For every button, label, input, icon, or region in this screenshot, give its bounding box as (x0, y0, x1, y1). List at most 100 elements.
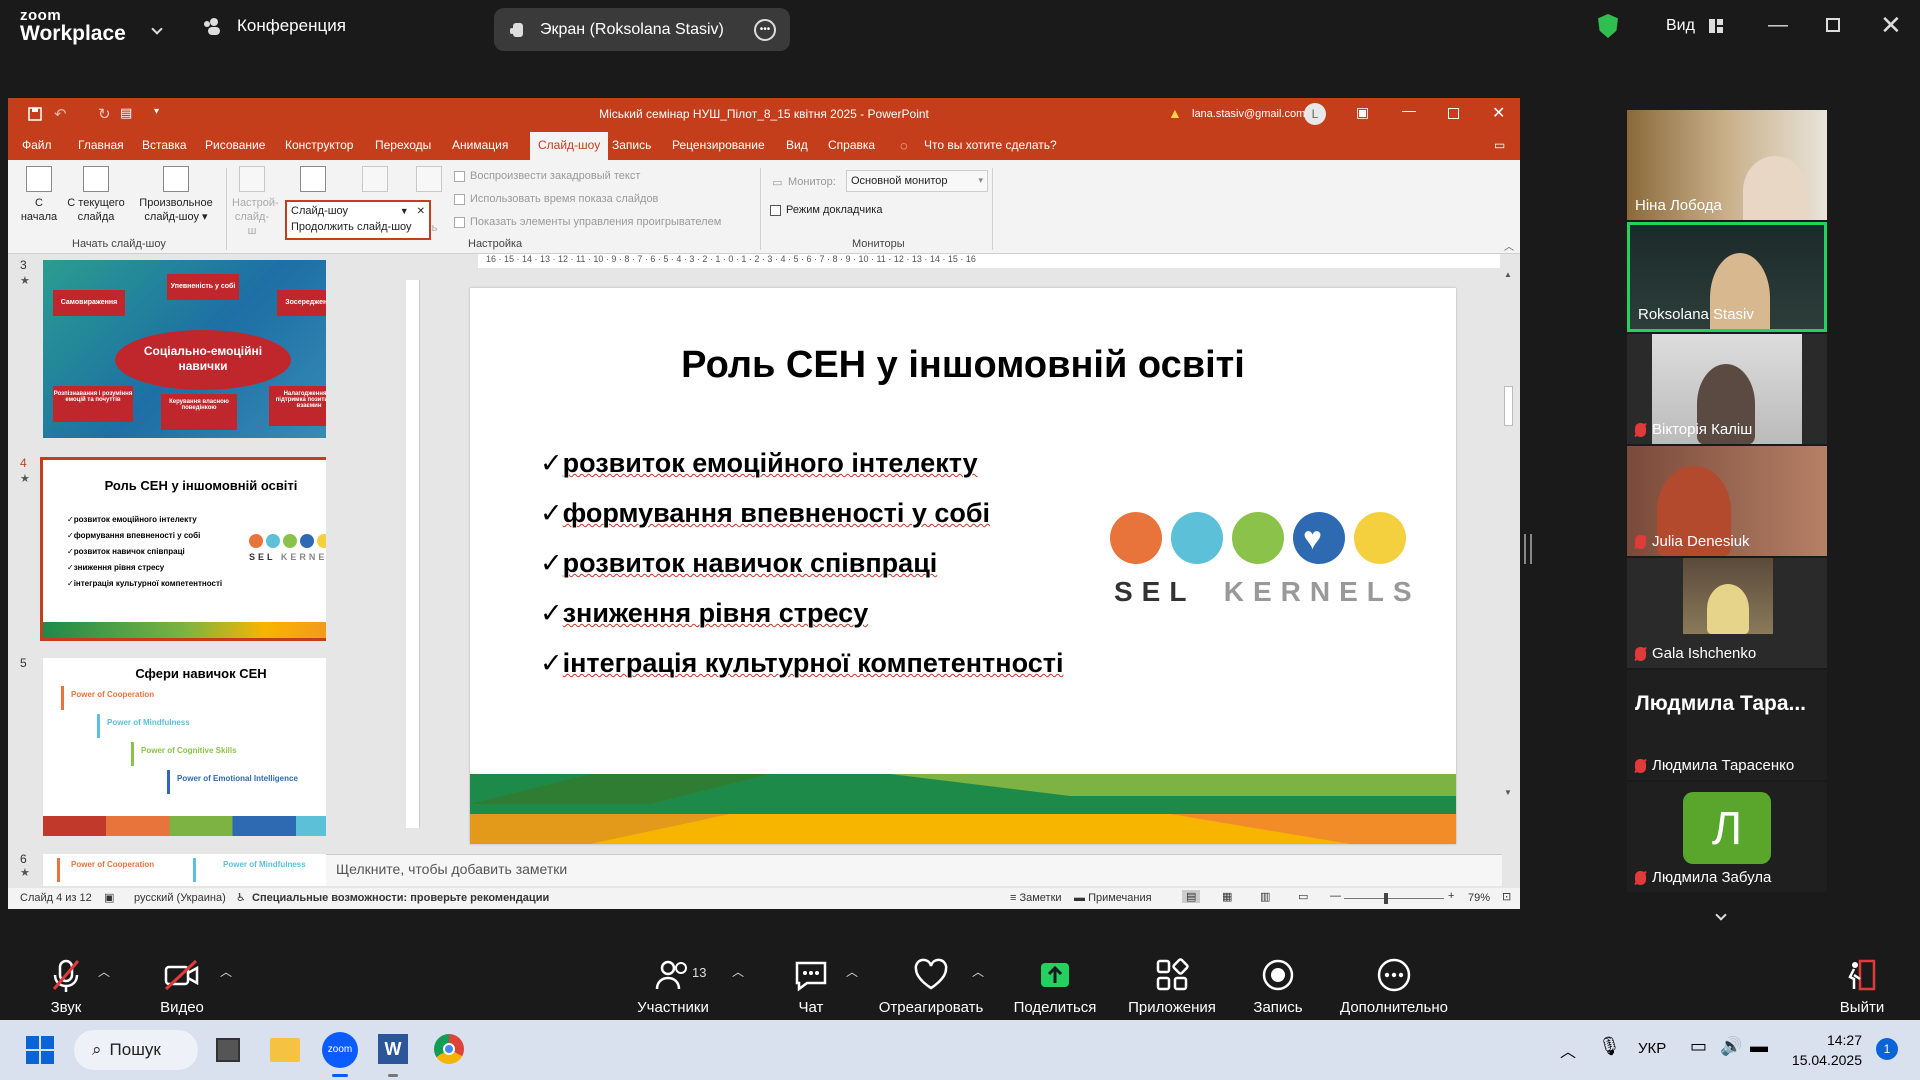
dropdown-option-resume[interactable]: Продолжить слайд-шоу (287, 220, 429, 234)
gallery-scroll-down-icon[interactable] (1715, 906, 1727, 924)
zoom-in-icon[interactable]: + (1448, 890, 1454, 902)
thumb-slide-4[interactable]: Роль СЕН у іншомовній освіті ✓розвиток е… (40, 457, 362, 641)
dropdown-close-icon[interactable]: ✕ (417, 206, 425, 217)
meeting-info-button[interactable]: Конференция (203, 16, 346, 36)
word-app-icon[interactable]: W (378, 1034, 408, 1064)
account-avatar[interactable]: L (1304, 103, 1326, 125)
tab-insert[interactable]: Вставка (142, 138, 187, 152)
normal-view-icon[interactable]: ▤ (1182, 890, 1201, 903)
chevron-down-icon[interactable] (151, 20, 163, 38)
file-explorer-icon[interactable] (270, 1038, 300, 1062)
close-icon[interactable]: ✕ (1880, 10, 1902, 41)
input-language[interactable]: УКР (1638, 1040, 1666, 1057)
network-icon[interactable]: ▭ (1690, 1036, 1707, 1057)
ppt-close-icon[interactable]: ✕ (1492, 103, 1505, 123)
hide-slide-icon[interactable] (300, 166, 326, 192)
spellcheck-icon[interactable]: ▣ (104, 891, 114, 904)
react-options-icon[interactable]: ︿ (972, 963, 984, 980)
participant-tile[interactable]: Julia Denesiuk (1627, 446, 1827, 556)
restore-icon[interactable] (1826, 18, 1840, 32)
tab-review[interactable]: Рецензирование (672, 138, 765, 152)
notification-badge[interactable]: 1 (1876, 1038, 1898, 1060)
react-button[interactable]: Отреагировать (876, 945, 986, 1016)
thumb-slide-3[interactable]: Соціально-емоційні навички Самовираження… (43, 260, 359, 438)
notes-toggle[interactable]: ≡ Заметки (1010, 892, 1062, 904)
accessibility-status[interactable]: Специальные возможности: проверьте реком… (252, 892, 549, 904)
editor-scrollbar[interactable]: ▲ ▼ (1502, 256, 1516, 834)
comments-icon[interactable]: ▭ (1494, 138, 1505, 152)
participants-options-icon[interactable]: ︿ (732, 963, 744, 980)
thumb-slide-5[interactable]: Сфери навичок СЕН Power of Cooperation P… (43, 658, 359, 836)
record-button[interactable]: Запись (1246, 945, 1310, 1016)
screen-share-indicator[interactable]: Экран (Roksolana Stasiv) ••• (494, 8, 790, 51)
participant-tile[interactable]: Ніна Лобода (1627, 110, 1827, 220)
apps-button[interactable]: Приложения (1122, 945, 1222, 1016)
tab-animations[interactable]: Анимация (452, 138, 508, 152)
tray-expand-icon[interactable]: ︿ (1560, 1038, 1576, 1062)
slide-title[interactable]: Роль СЕН у іншомовній освіті (470, 344, 1456, 387)
chat-options-icon[interactable]: ︿ (846, 963, 858, 980)
narration-checkbox[interactable]: Воспроизвести закадровый текст (454, 170, 640, 182)
zoom-out-icon[interactable]: — (1330, 890, 1341, 902)
tab-help[interactable]: Справка (828, 138, 875, 152)
language-indicator[interactable]: русский (Украина) (134, 892, 226, 904)
record-slideshow-icon[interactable] (416, 166, 442, 192)
more-options-icon[interactable]: ••• (754, 18, 776, 41)
thumb-slide-6[interactable]: Power of Cooperation Power of Mindfulnes… (43, 854, 359, 886)
taskbar-search[interactable]: ⌕ Пошук (74, 1030, 198, 1070)
comments-toggle[interactable]: ▬ Примечания (1074, 892, 1152, 904)
more-button[interactable]: Дополнительно (1334, 945, 1454, 1016)
timings-checkbox[interactable]: Использовать время показа слайдов (454, 193, 658, 205)
slideshow-view-icon[interactable]: ▭ (1298, 890, 1308, 903)
participant-tile-active[interactable]: Roksolana Stasiv (1627, 222, 1827, 332)
video-options-icon[interactable]: ︿ (220, 963, 232, 980)
zoom-level[interactable]: 79% (1468, 892, 1490, 904)
chat-button[interactable]: Чат (786, 945, 836, 1016)
ppt-minimize-icon[interactable]: — (1402, 102, 1416, 118)
slide-bullet-list[interactable]: ✓розвиток емоційного інтелекту ✓формуван… (540, 438, 1063, 688)
slide-canvas[interactable]: Роль СЕН у іншомовній освіті ✓розвиток е… (470, 288, 1456, 844)
tab-transitions[interactable]: Переходы (375, 138, 431, 152)
task-view-icon[interactable] (216, 1038, 240, 1062)
chrome-app-icon[interactable] (434, 1034, 464, 1064)
audio-options-icon[interactable]: ︿ (98, 963, 110, 980)
tab-record[interactable]: Запись (612, 138, 651, 152)
audio-button[interactable]: Звук (36, 945, 96, 1016)
custom-slideshow-button[interactable]: Произвольное слайд-шоу ▾ (132, 166, 220, 224)
slide-sorter-icon[interactable]: ▦ (1222, 890, 1232, 903)
share-button[interactable]: Поделиться (1010, 945, 1100, 1016)
collapse-ribbon-icon[interactable]: ︿ (1504, 238, 1514, 253)
ppt-restore-icon[interactable] (1448, 108, 1459, 119)
participants-button[interactable]: Участники (628, 945, 718, 1016)
fit-slide-icon[interactable]: ⊡ (1502, 890, 1511, 903)
tab-file[interactable]: Файл (22, 138, 52, 152)
zoom-slider-thumb[interactable] (1384, 893, 1388, 904)
account-email[interactable]: lana.stasiv@gmail.com (1192, 108, 1305, 120)
participant-tile[interactable]: Людмила Тара... Людмила Тарасенко (1627, 670, 1827, 780)
zoom-app-icon[interactable]: zoom (322, 1032, 358, 1068)
view-button[interactable]: Вид (1598, 14, 1723, 38)
clock[interactable]: 14:27 15.04.2025 (1790, 1030, 1862, 1070)
setup-slideshow-button[interactable]: Настрой- слайд-ш (232, 166, 279, 238)
tab-design[interactable]: Конструктор (285, 138, 353, 152)
microphone-icon[interactable]: 🎙 (1598, 1036, 1621, 1057)
sel-kernels-logo[interactable]: ♥ SEL KERNELS (1110, 512, 1412, 612)
panel-resize-handle[interactable] (1524, 534, 1532, 564)
monitor-select[interactable]: Основной монитор ▾ (846, 170, 988, 192)
tab-home[interactable]: Главная (78, 138, 124, 152)
battery-icon[interactable]: ▬ (1750, 1036, 1768, 1057)
ribbon-display-icon[interactable]: ▣ (1356, 104, 1369, 121)
participant-tile[interactable]: Вікторія Каліш (1627, 334, 1827, 444)
participant-tile[interactable]: Л Людмила Забула (1627, 782, 1827, 892)
media-controls-checkbox[interactable]: Показать элементы управления проигрывате… (454, 216, 721, 228)
minimize-icon[interactable]: — (1768, 14, 1788, 37)
tab-view[interactable]: Вид (786, 138, 808, 152)
tab-draw[interactable]: Рисование (205, 138, 265, 152)
tab-slideshow[interactable]: Слайд-шоу (530, 132, 609, 160)
windows-start-icon[interactable] (26, 1036, 54, 1064)
rehearse-timings-icon[interactable] (362, 166, 388, 192)
presenter-view-checkbox[interactable]: Режим докладчика (770, 204, 882, 216)
video-button[interactable]: Видео (150, 945, 214, 1016)
dropdown-arrow-icon[interactable]: ▼ (400, 206, 409, 216)
zoom-slider[interactable] (1344, 898, 1444, 899)
